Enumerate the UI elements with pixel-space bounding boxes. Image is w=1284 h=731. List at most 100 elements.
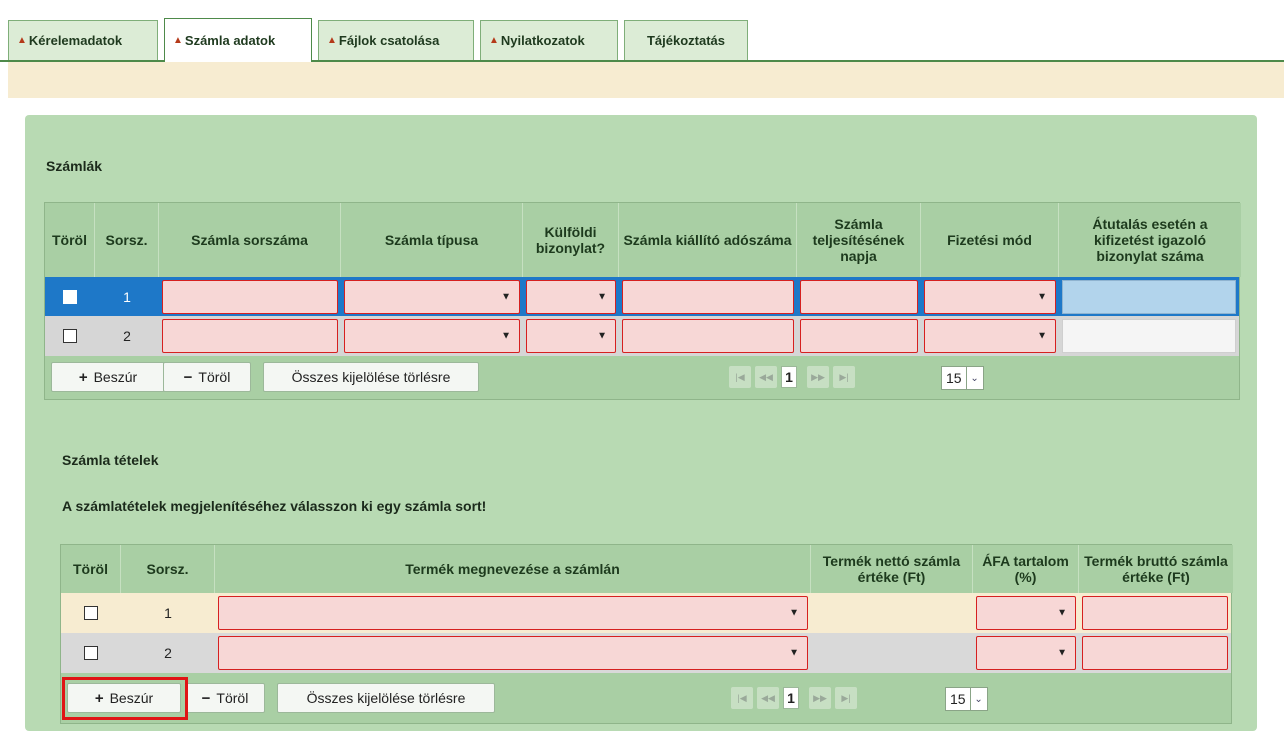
foreign-document-select[interactable]: ▼	[526, 279, 616, 314]
col-header-kiallito-adoszama[interactable]: Számla kiállító adószáma	[619, 203, 797, 277]
prev-page-icon[interactable]: ◀◀	[755, 366, 777, 388]
page-size-value: 15	[946, 370, 962, 386]
row-number: 1	[164, 605, 172, 621]
transfer-proof-input[interactable]	[1062, 279, 1236, 314]
select-all-for-delete-button[interactable]: Összes kijelölése törlésre	[277, 683, 495, 713]
current-page[interactable]: 1	[783, 687, 799, 709]
prev-page-icon[interactable]: ◀◀	[757, 687, 779, 709]
col-header-kulfoldi[interactable]: Külföldi bizonylat?	[523, 203, 619, 277]
invoice-type-select[interactable]: ▼	[344, 279, 520, 314]
warning-icon: ▲	[173, 35, 183, 46]
invoices-footer: + Beszúr − Töröl Összes kijelölése törlésr…	[45, 356, 1239, 399]
product-name-select[interactable]: ▼	[218, 596, 808, 630]
transfer-proof-input[interactable]	[1062, 319, 1236, 353]
delete-checkbox[interactable]	[63, 289, 77, 304]
tab-tajekoztatas[interactable]: Tájékoztatás	[624, 20, 748, 60]
delete-button[interactable]: − Töröl	[185, 683, 265, 713]
dropdown-icon: ▼	[1057, 607, 1067, 619]
insert-button-highlight	[62, 677, 188, 720]
delete-checkbox[interactable]	[84, 646, 98, 660]
table-row[interactable]: 1 ▼ ▼	[61, 593, 1231, 633]
col-header-torol[interactable]: Töröl	[61, 545, 121, 593]
invoices-grid: Töröl Sorsz. Számla sorszáma Számla típu…	[44, 202, 1241, 400]
tab-subheader	[8, 62, 1284, 98]
last-page-icon[interactable]: ▶|	[835, 687, 857, 709]
col-header-torol[interactable]: Töröl	[45, 203, 95, 277]
pager: |◀ ◀◀ 1 ▶▶ ▶|	[731, 687, 857, 709]
invoices-header: Töröl Sorsz. Számla sorszáma Számla típu…	[45, 203, 1241, 277]
table-row[interactable]: 2 ▼ ▼	[61, 633, 1231, 673]
invoice-number-input[interactable]	[162, 279, 338, 314]
select-all-for-delete-button[interactable]: Összes kijelölése törlésre	[263, 362, 479, 392]
items-grid: Töröl Sorsz. Termék megnevezése a számlá…	[60, 544, 1233, 724]
col-header-teljesites-napja[interactable]: Számla teljesítésének napja	[797, 203, 921, 277]
col-header-szamla-tipusa[interactable]: Számla típusa	[341, 203, 523, 277]
gross-value-input[interactable]	[1082, 636, 1228, 670]
insert-label: Beszúr	[93, 369, 138, 385]
delete-checkbox[interactable]	[84, 606, 98, 620]
row-number: 1	[123, 288, 131, 305]
page-size-select[interactable]: 15 ⌄	[945, 687, 988, 711]
select-all-label: Összes kijelölése törlésre	[291, 369, 451, 385]
dropdown-icon: ▼	[1037, 291, 1047, 302]
first-page-icon[interactable]: |◀	[731, 687, 753, 709]
gross-value-input[interactable]	[1082, 596, 1228, 630]
fulfillment-date-input[interactable]	[800, 279, 918, 314]
col-header-fizetesi-mod[interactable]: Fizetési mód	[921, 203, 1059, 277]
page-size-select[interactable]: 15 ⌄	[941, 366, 984, 390]
invoices-title: Számlák	[46, 158, 103, 174]
delete-checkbox[interactable]	[63, 329, 77, 343]
col-header-sorsz[interactable]: Sorsz.	[121, 545, 215, 593]
invoice-type-select[interactable]: ▼	[344, 319, 520, 353]
table-row[interactable]: 1 ▼ ▼ ▼	[45, 277, 1239, 316]
col-header-netto[interactable]: Termék nettó számla értéke (Ft)	[811, 545, 973, 593]
col-header-atutalas[interactable]: Átutalás esetén a kifizetést igazoló biz…	[1059, 203, 1241, 277]
table-row[interactable]: 2 ▼ ▼ ▼	[45, 316, 1239, 356]
payment-method-select[interactable]: ▼	[924, 279, 1056, 314]
vat-select[interactable]: ▼	[976, 596, 1076, 630]
dropdown-icon: ▼	[501, 291, 511, 302]
tab-fajlok-csatolasa[interactable]: ▲ Fájlok csatolása	[318, 20, 474, 60]
invoice-number-input[interactable]	[162, 319, 338, 353]
delete-button[interactable]: − Töröl	[163, 362, 251, 392]
vat-select[interactable]: ▼	[976, 636, 1076, 670]
tab-label: Számla adatok	[184, 33, 276, 48]
tab-label: Tájékoztatás	[646, 33, 726, 48]
row-checkbox-cell	[45, 277, 95, 316]
current-page[interactable]: 1	[781, 366, 797, 388]
foreign-document-select[interactable]: ▼	[526, 319, 616, 353]
first-page-icon[interactable]: |◀	[729, 366, 751, 388]
product-name-select[interactable]: ▼	[218, 636, 808, 670]
warning-icon: ▲	[489, 35, 499, 46]
col-header-szamla-sorszama[interactable]: Számla sorszáma	[159, 203, 341, 277]
dropdown-icon: ▼	[1037, 330, 1047, 342]
net-value-cell	[811, 593, 973, 633]
dropdown-icon: ▼	[789, 647, 799, 659]
tab-label: Fájlok csatolása	[338, 33, 440, 48]
col-header-termek-megnevezese[interactable]: Termék megnevezése a számlán	[215, 545, 811, 593]
col-header-afa[interactable]: ÁFA tartalom (%)	[973, 545, 1079, 593]
dropdown-icon: ▼	[597, 291, 607, 302]
minus-icon: −	[183, 368, 193, 386]
fulfillment-date-input[interactable]	[800, 319, 918, 353]
next-page-icon[interactable]: ▶▶	[809, 687, 831, 709]
col-header-brutto[interactable]: Termék bruttó számla értéke (Ft)	[1079, 545, 1233, 593]
tab-nyilatkozatok[interactable]: ▲ Nyilatkozatok	[480, 20, 618, 60]
items-title: Számla tételek	[62, 452, 159, 468]
last-page-icon[interactable]: ▶|	[833, 366, 855, 388]
row-number: 2	[123, 328, 131, 344]
issuer-tax-number-input[interactable]	[622, 319, 794, 353]
warning-icon: ▲	[327, 35, 337, 46]
insert-button[interactable]: + Beszúr	[51, 362, 165, 392]
next-page-icon[interactable]: ▶▶	[807, 366, 829, 388]
chevron-down-icon: ⌄	[969, 688, 987, 710]
dropdown-icon: ▼	[1057, 647, 1067, 659]
tab-label: Kérelemadatok	[28, 33, 123, 48]
col-header-sorsz[interactable]: Sorsz.	[95, 203, 159, 277]
row-number: 2	[164, 645, 172, 661]
tab-szamla-adatok[interactable]: ▲ Számla adatok	[164, 18, 312, 62]
issuer-tax-number-input[interactable]	[622, 279, 794, 314]
delete-label: Töröl	[216, 690, 249, 706]
tab-kerelemadatok[interactable]: ▲ Kérelemadatok	[8, 20, 158, 60]
payment-method-select[interactable]: ▼	[924, 319, 1056, 353]
